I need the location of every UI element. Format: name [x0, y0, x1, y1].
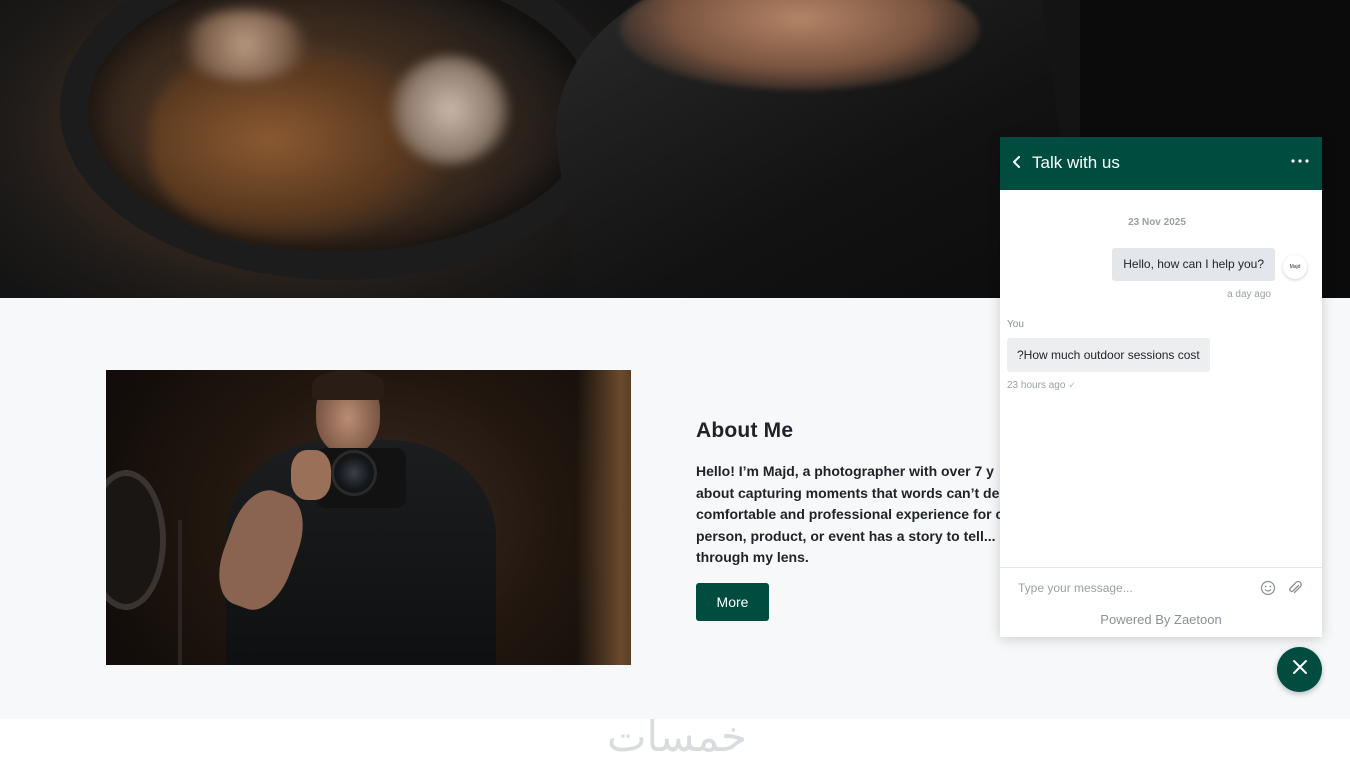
- powered-by-text: Powered By Zaetoon: [1100, 612, 1222, 627]
- user-sender-label: You: [1007, 319, 1024, 330]
- chat-date: 23 Nov 2025: [1128, 217, 1186, 228]
- about-text-line: about capturing moments that words can’t…: [696, 484, 1000, 501]
- studio-lamp-shape: [106, 470, 166, 610]
- chat-widget: Talk with us 23 Nov 2025 Hello, how can …: [1000, 137, 1322, 637]
- paperclip-icon[interactable]: [1287, 580, 1303, 596]
- smiley-icon[interactable]: [1260, 580, 1276, 596]
- about-text-line: comfortable and professional experience …: [696, 506, 1001, 523]
- about-text-line: through my lens.: [696, 549, 809, 566]
- user-message-bubble: ?How much outdoor sessions cost: [1007, 338, 1210, 372]
- watermark-text: خمسات: [606, 712, 748, 761]
- camera-lens-shape: [331, 450, 377, 496]
- hero-food-shape: [390, 55, 510, 165]
- chevron-left-icon[interactable]: [1010, 152, 1028, 174]
- hero-food-shape: [180, 10, 310, 80]
- message-input[interactable]: [1010, 574, 1255, 602]
- chat-header: Talk with us: [1000, 137, 1322, 190]
- page: About Me Hello! I’m Majd, a photographer…: [0, 0, 1350, 768]
- about-text-line: person, product, or event has a story to…: [696, 527, 996, 544]
- about-title: About Me: [696, 419, 794, 442]
- more-horizontal-icon[interactable]: [1288, 149, 1312, 173]
- check-icon: ✓: [1068, 380, 1076, 390]
- photo-light-shape: [576, 370, 631, 665]
- photographer-photo: [106, 370, 631, 665]
- avatar-logo-text: Majd: [1289, 264, 1301, 270]
- agent-message-bubble: Hello, how can I help you?: [1112, 248, 1275, 281]
- close-icon: [1292, 659, 1308, 680]
- user-message-meta: 23 hours ago ✓: [1007, 380, 1076, 391]
- chat-composer: [1000, 567, 1322, 607]
- agent-message-time: a day ago: [1227, 289, 1271, 300]
- more-button[interactable]: More: [696, 583, 769, 621]
- khamsat-watermark-logo: خمسات: [592, 712, 762, 762]
- avatar: Majd: [1283, 255, 1307, 279]
- about-text-line: Hello! I’m Majd, a photographer with ove…: [696, 463, 994, 479]
- person-hand-shape: [291, 450, 331, 500]
- user-message-time: 23 hours ago: [1007, 380, 1066, 391]
- person-hair-shape: [312, 370, 384, 400]
- close-chat-button[interactable]: [1277, 647, 1322, 692]
- lamp-stand-shape: [178, 520, 182, 665]
- chat-title: Talk with us: [1032, 153, 1120, 172]
- about-text: Hello! I’m Majd, a photographer with ove…: [696, 461, 1001, 571]
